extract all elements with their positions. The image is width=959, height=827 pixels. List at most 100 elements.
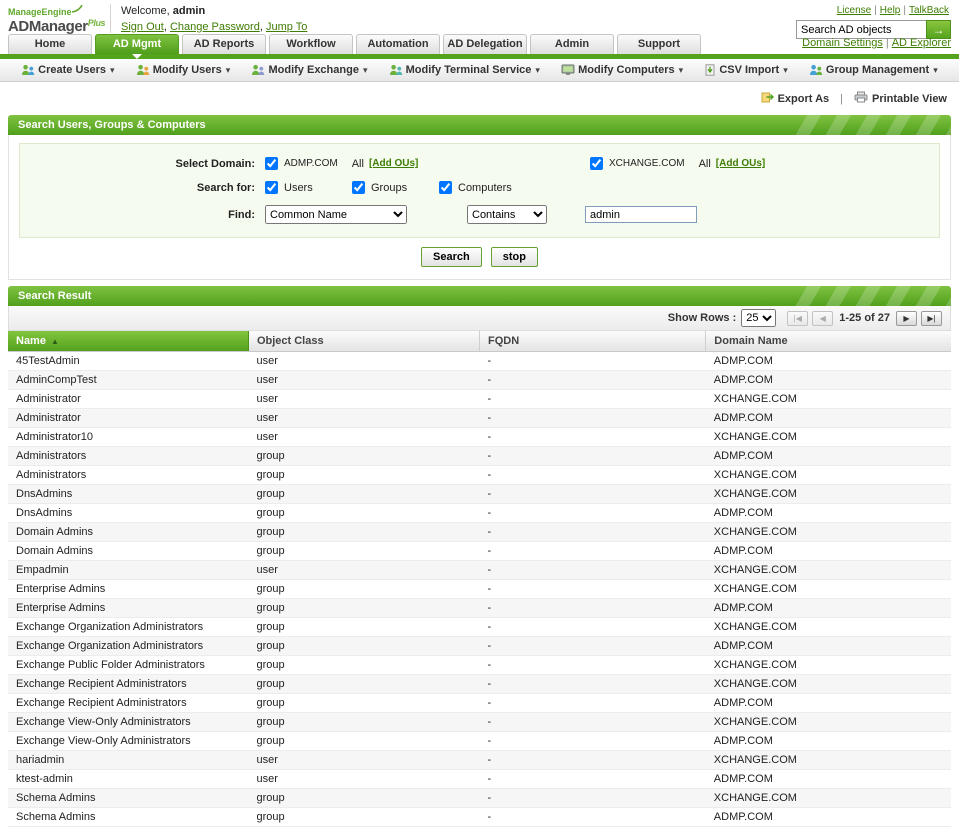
operator-select[interactable]: Contains	[467, 205, 547, 224]
domain-checkbox-admp-com[interactable]	[265, 157, 278, 170]
account-links: Sign Out, Change Password, Jump To	[121, 21, 308, 33]
export-as-button[interactable]: Export As	[761, 91, 829, 106]
object-class-cell: group	[248, 674, 480, 694]
link-help[interactable]: Help	[880, 5, 901, 16]
link-talkback[interactable]: TalkBack	[909, 5, 949, 16]
fqdn-cell: -	[479, 351, 706, 371]
domain-name-cell: XCHANGE.COM	[705, 674, 951, 694]
tab-ad-reports[interactable]: AD Reports	[182, 34, 266, 54]
column-label: FQDN	[487, 335, 520, 347]
chevron-down-icon: ▾	[933, 64, 938, 75]
link-ad-explorer[interactable]: AD Explorer	[892, 37, 951, 49]
tab-support[interactable]: Support	[617, 34, 701, 54]
link-change-password[interactable]: Change Password	[170, 21, 260, 33]
fqdn-cell: -	[479, 560, 706, 580]
next-page-button[interactable]: ▶	[896, 310, 917, 326]
table-row: Exchange Recipient Administrators group - X…	[8, 674, 951, 694]
chevron-down-icon: ▾	[362, 64, 368, 75]
header-right: License|Help|TalkBack →	[796, 4, 951, 39]
table-row: Enterprise Admins group - ADMP.COM	[8, 598, 951, 618]
actions-separator: |	[840, 92, 843, 105]
tab-ad-delegation[interactable]: AD Delegation	[443, 34, 527, 54]
name-cell: Enterprise Admins	[8, 579, 249, 599]
object-type-label: Users	[284, 181, 313, 194]
toolbar-group-management[interactable]: Group Management ▾	[809, 64, 938, 76]
fqdn-cell: -	[479, 636, 706, 656]
name-cell: Enterprise Admins	[8, 598, 249, 618]
find-label: Find:	[228, 208, 255, 221]
top-links-separator: |	[903, 5, 906, 16]
table-row: Enterprise Admins group - XCHANGE.COM	[8, 579, 951, 599]
link-sign-out[interactable]: Sign Out	[121, 21, 164, 33]
create-users-icon	[21, 64, 35, 76]
domain-name-cell: XCHANGE.COM	[705, 788, 951, 808]
name-cell: Administrator	[8, 389, 249, 409]
object-class-cell: group	[248, 465, 480, 485]
checkbox-computers[interactable]	[439, 181, 452, 194]
pagination-bar: Show Rows : 25 |◀ ◀ 1-25 of 27 ▶ ▶|	[8, 306, 951, 331]
attribute-select[interactable]: Common Name	[265, 205, 407, 224]
modify-exchange-icon	[251, 64, 265, 76]
domain-name-cell: XCHANGE.COM	[705, 389, 951, 409]
domain-name-cell: ADMP.COM	[705, 731, 951, 751]
fqdn-cell: -	[479, 541, 706, 561]
toolbar-modify-computers[interactable]: Modify Computers ▾	[561, 64, 683, 76]
domain-name: XCHANGE.COM	[609, 158, 685, 169]
add-ous-link[interactable]: [Add OUs]	[716, 158, 765, 169]
column-header-object-class: Object Class	[248, 331, 480, 352]
name-cell: Schema Admins	[8, 788, 249, 808]
checkbox-groups[interactable]	[352, 181, 365, 194]
query-input[interactable]	[585, 206, 697, 223]
name-cell: Exchange View-Only Administrators	[8, 712, 249, 732]
checkbox-users[interactable]	[265, 181, 278, 194]
tab-workflow[interactable]: Workflow	[269, 34, 353, 54]
add-ous-link[interactable]: [Add OUs]	[369, 158, 418, 169]
domain-name-cell: XCHANGE.COM	[705, 617, 951, 637]
toolbar-modify-exchange[interactable]: Modify Exchange ▾	[251, 64, 367, 76]
domain-checkbox-xchange-com[interactable]	[590, 157, 603, 170]
toolbar-modify-terminal-service[interactable]: Modify Terminal Service ▾	[389, 64, 540, 76]
column-label: Domain Name	[714, 335, 788, 347]
printer-icon	[854, 91, 868, 106]
domain-name-cell: XCHANGE.COM	[705, 522, 951, 542]
search-panel-body: Select Domain: ADMP.COM All [Add OUs] XCHAN…	[8, 135, 951, 238]
table-row: Exchange Public Folder Administrators gro…	[8, 655, 951, 675]
object-class-cell: group	[248, 503, 480, 523]
toolbar-modify-users[interactable]: Modify Users ▾	[136, 64, 230, 76]
object-type-computers: Computers	[439, 181, 526, 194]
object-class-cell: group	[248, 731, 480, 751]
name-cell: Exchange Recipient Administrators	[8, 674, 249, 694]
tab-home[interactable]: Home	[8, 34, 92, 54]
printable-view-button[interactable]: Printable View	[854, 91, 947, 106]
page-info: 1-25 of 27	[839, 312, 890, 324]
name-cell: Exchange Public Folder Administrators	[8, 655, 249, 675]
tab-ad-mgmt[interactable]: AD Mgmt	[95, 34, 179, 59]
domain-name-cell: XCHANGE.COM	[705, 560, 951, 580]
toolbar-label: Create Users	[38, 64, 107, 76]
all-label: All	[698, 157, 711, 170]
name-cell: Administrator10	[8, 427, 249, 447]
link-domain-settings[interactable]: Domain Settings	[802, 37, 883, 49]
toolbar-csv-import[interactable]: CSV Import ▾	[704, 64, 788, 76]
link-license[interactable]: License	[837, 5, 871, 16]
fqdn-cell: -	[479, 788, 706, 808]
toolbar-create-users[interactable]: Create Users ▾	[21, 64, 115, 76]
chevron-down-icon: ▾	[678, 64, 684, 75]
domain-name-cell: ADMP.COM	[705, 446, 951, 466]
search-button[interactable]: Search	[421, 247, 482, 267]
show-rows-select[interactable]: 25	[741, 309, 777, 327]
link-jump-to[interactable]: Jump To	[266, 21, 307, 33]
fqdn-cell: -	[479, 389, 706, 409]
domain-name-cell: ADMP.COM	[705, 370, 951, 390]
last-page-button[interactable]: ▶|	[921, 310, 942, 326]
tab-admin[interactable]: Admin	[530, 34, 614, 54]
tab-bar: Home AD Mgmt AD Reports Workflow Automation A…	[8, 34, 704, 59]
column-header-name[interactable]: Name ▲	[8, 331, 249, 352]
first-page-button: |◀	[787, 310, 809, 326]
sort-asc-icon: ▲	[50, 337, 59, 346]
tab-automation[interactable]: Automation	[356, 34, 440, 54]
stop-button[interactable]: stop	[490, 247, 538, 267]
toolbar-label: Modify Terminal Service	[405, 64, 532, 76]
object-class-cell: group	[248, 579, 480, 599]
object-type-list: Users Groups Computers	[265, 181, 526, 194]
